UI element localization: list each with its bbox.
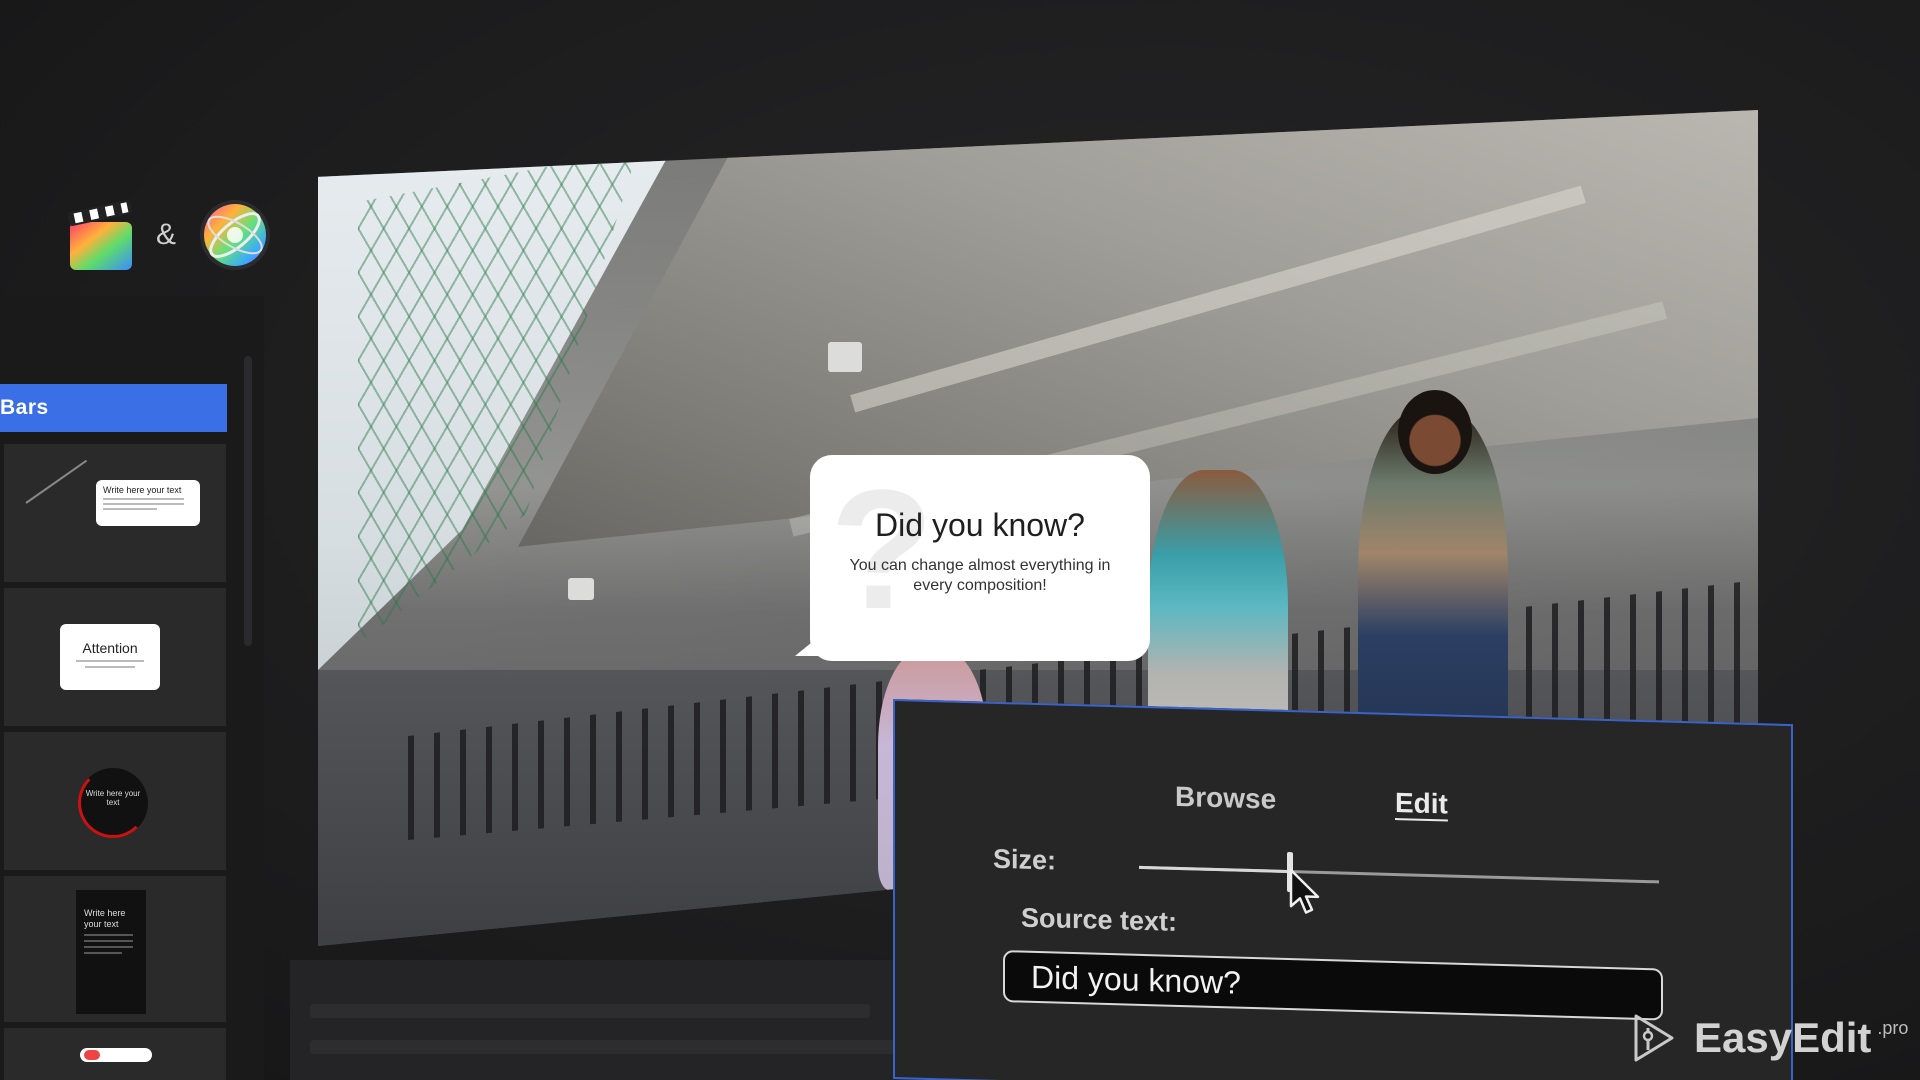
watermark-suffix: .pro: [1877, 1017, 1909, 1038]
thumbnail-title: Write here your text: [85, 789, 141, 807]
size-slider-fill: [1139, 865, 1290, 874]
timeline-track[interactable]: [310, 1040, 910, 1054]
did-you-know-bubble: ? Did you know? You can change almost ev…: [810, 455, 1150, 661]
callout-line: [25, 459, 88, 504]
circle-badge: Write here your text: [78, 768, 148, 838]
source-text-label: Source text:: [1021, 902, 1178, 937]
thumbnail-title: Attention: [82, 640, 138, 656]
template-thumbnail[interactable]: [4, 1028, 226, 1080]
category-header-bars[interactable]: Bars: [0, 384, 227, 432]
source-text-input[interactable]: Did you know?: [1003, 950, 1663, 1021]
mouse-cursor-icon: [1289, 868, 1320, 914]
thumbnail-title: Write here your text: [103, 485, 182, 495]
final-cut-pro-icon: [67, 200, 133, 270]
sidebar-scrollbar[interactable]: [244, 356, 252, 646]
size-slider[interactable]: [1139, 865, 1659, 884]
tab-edit[interactable]: Edit: [1395, 787, 1448, 820]
ampersand: &: [156, 218, 177, 251]
size-label: Size:: [993, 843, 1057, 876]
callout-card: Write here your text: [96, 480, 200, 526]
motion-icon: [200, 200, 271, 270]
easyedit-logo-icon: [1634, 1014, 1674, 1062]
pill-dot: [84, 1050, 100, 1060]
attention-card: Attention: [60, 624, 160, 690]
template-thumbnail[interactable]: Attention: [4, 588, 226, 726]
bubble-title: Did you know?: [875, 507, 1085, 543]
easyedit-watermark: EasyEdit .pro: [1628, 1010, 1908, 1066]
template-thumbnail[interactable]: Write here your text: [4, 444, 226, 582]
tab-browse[interactable]: Browse: [1175, 781, 1276, 816]
template-sidebar: Bars Write here your text Attention Writ…: [0, 296, 264, 1080]
timeline: [290, 960, 930, 1080]
bubble-body: You can change almost everything in ever…: [849, 557, 1111, 594]
timeline-track[interactable]: [310, 1004, 870, 1018]
thumbnail-title: Write here your text: [84, 908, 126, 929]
app-root: & Bars Write here your text Attention Wr…: [0, 0, 1920, 1080]
template-thumbnail[interactable]: Write here your text: [4, 732, 226, 870]
template-thumbnail[interactable]: Write here your text: [4, 876, 226, 1022]
app-logos: &: [66, 196, 274, 274]
watermark-name: EasyEdit: [1694, 1014, 1872, 1061]
question-mark-icon: ?: [830, 455, 934, 645]
dark-card: Write here your text: [76, 890, 146, 1014]
